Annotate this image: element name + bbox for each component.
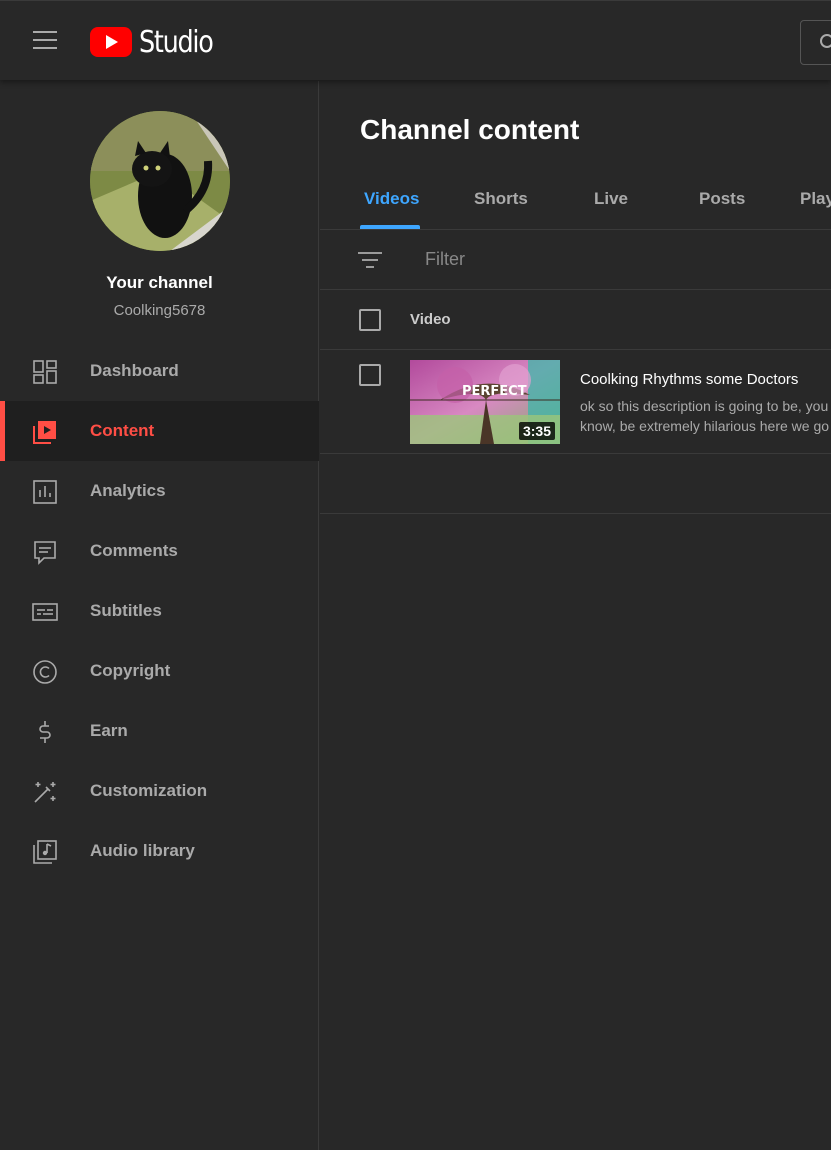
- search-icon: [820, 34, 831, 48]
- filter-icon[interactable]: [358, 250, 382, 270]
- comments-icon: [34, 541, 56, 565]
- sidebar-item-audio-library[interactable]: Audio library: [0, 821, 319, 881]
- channel-handle: Coolking5678: [113, 302, 206, 319]
- sidebar-item-label: Copyright: [90, 661, 171, 680]
- copyright-icon: [33, 660, 57, 684]
- channel-title: Your channel: [106, 273, 213, 292]
- sidebar-item-dashboard[interactable]: Dashboard: [0, 341, 319, 401]
- content-tabs: Videos Shorts Live Posts Playlists: [320, 171, 831, 230]
- sidebar-item-analytics[interactable]: Analytics: [0, 461, 319, 521]
- filter-input[interactable]: [425, 249, 805, 270]
- sidebar-item-subtitles[interactable]: Subtitles: [0, 581, 319, 641]
- sidebar-item-label: Comments: [90, 541, 178, 560]
- sidebar: Your channel Coolking5678 Dashboard Cont…: [0, 81, 319, 1150]
- tab-posts[interactable]: Posts: [699, 189, 745, 209]
- tab-videos[interactable]: Videos: [364, 189, 419, 209]
- select-all-checkbox[interactable]: [359, 309, 381, 331]
- sidebar-item-label: Customization: [90, 781, 208, 800]
- column-header-video[interactable]: Video: [410, 311, 451, 328]
- search-box[interactable]: [800, 20, 831, 65]
- sidebar-item-label: Content: [90, 421, 155, 440]
- studio-logo[interactable]: Studio: [90, 23, 226, 61]
- main-content: Channel content Videos Shorts Live Posts…: [320, 81, 831, 1150]
- table-footer: [320, 454, 831, 514]
- sidebar-item-label: Subtitles: [90, 601, 162, 620]
- tab-playlists[interactable]: Playlists: [800, 189, 831, 209]
- sidebar-nav: Dashboard Content Analytics Comments Sub…: [0, 341, 319, 881]
- video-title[interactable]: Coolking Rhythms some Doctors: [580, 371, 798, 388]
- page-title: Channel content: [360, 114, 580, 145]
- table-row[interactable]: PERFECT 3:35 Coolking Rhythms some Docto…: [320, 350, 831, 454]
- video-thumbnail[interactable]: PERFECT 3:35: [410, 360, 560, 444]
- customization-icon: [34, 782, 56, 803]
- sidebar-item-earn[interactable]: Earn: [0, 701, 319, 761]
- channel-avatar[interactable]: [90, 111, 230, 251]
- tab-live[interactable]: Live: [594, 189, 628, 209]
- menu-icon[interactable]: [33, 31, 57, 51]
- row-checkbox[interactable]: [359, 364, 381, 386]
- sidebar-item-label: Audio library: [90, 841, 195, 860]
- subtitles-icon: [32, 603, 58, 621]
- table-header: Video: [320, 290, 831, 350]
- audio-library-icon: [33, 840, 57, 864]
- sidebar-item-customization[interactable]: Customization: [0, 761, 319, 821]
- sidebar-item-copyright[interactable]: Copyright: [0, 641, 319, 701]
- thumbnail-text: PERFECT: [462, 384, 527, 399]
- filter-bar: [320, 230, 831, 290]
- sidebar-item-content[interactable]: Content: [0, 401, 319, 461]
- youtube-logo-icon: [90, 27, 132, 57]
- tab-shorts[interactable]: Shorts: [474, 189, 528, 209]
- analytics-icon: [33, 480, 57, 504]
- active-tab-indicator: [360, 225, 420, 229]
- video-description: ok so this description is going to be, y…: [580, 398, 830, 434]
- video-duration: 3:35: [518, 422, 555, 440]
- earn-icon: [39, 721, 51, 743]
- top-bar: Studio: [0, 0, 831, 80]
- dashboard-icon: [33, 360, 57, 384]
- logo-text: Studio: [139, 24, 214, 60]
- sidebar-item-label: Earn: [90, 721, 128, 740]
- content-icon: [33, 421, 56, 444]
- sidebar-item-label: Analytics: [90, 481, 166, 500]
- sidebar-item-comments[interactable]: Comments: [0, 521, 319, 581]
- sidebar-item-label: Dashboard: [90, 361, 179, 380]
